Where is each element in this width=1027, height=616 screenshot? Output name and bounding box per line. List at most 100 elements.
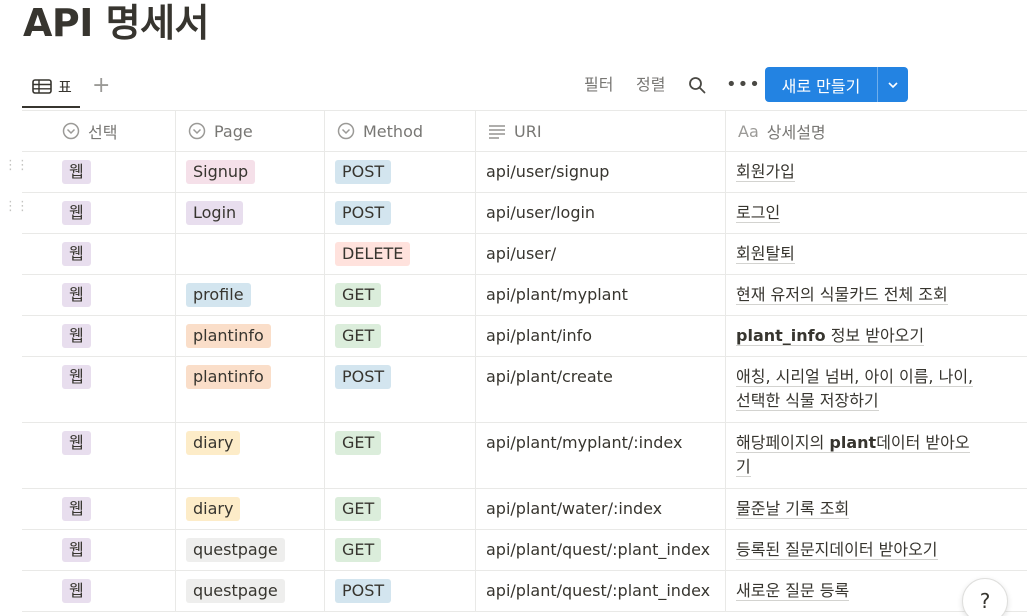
- column-header-description[interactable]: Aa 상세설명: [726, 111, 1027, 151]
- cell-method[interactable]: GET: [325, 423, 476, 488]
- cell-method[interactable]: POST: [325, 357, 476, 422]
- cell-description[interactable]: 회원탈퇴: [726, 234, 1027, 274]
- page-tag: questpage: [186, 538, 285, 562]
- cell-description[interactable]: 로그인: [726, 193, 1027, 233]
- cell-uri[interactable]: api/user/signup: [476, 152, 726, 192]
- page-tag: diary: [186, 431, 241, 455]
- cell-select[interactable]: 웹: [22, 423, 176, 488]
- cell-select[interactable]: 웹: [22, 275, 176, 315]
- description-text: 회원탈퇴: [736, 244, 795, 263]
- method-tag: GET: [335, 283, 382, 307]
- method-tag: GET: [335, 497, 382, 521]
- page-tag: plantinfo: [186, 365, 271, 389]
- cell-description[interactable]: 해당페이지의 plant데이터 받아오 기: [726, 423, 1027, 488]
- description-line: 선택한 식물 저장하기: [736, 389, 1017, 413]
- cell-method[interactable]: GET: [325, 275, 476, 315]
- cell-description[interactable]: 등록된 질문지데이터 받아오기: [726, 530, 1027, 570]
- column-header-page[interactable]: Page: [176, 111, 325, 151]
- table-row[interactable]: 웹 questpage POST api/plant/quest/:plant_ind…: [22, 571, 1027, 612]
- table-row[interactable]: 웹 plantinfo POST api/plant/create 애칭, 시리얼 넘버…: [22, 357, 1027, 423]
- cell-page[interactable]: plantinfo: [176, 357, 325, 422]
- column-header-select[interactable]: 선택: [22, 111, 176, 151]
- cell-select[interactable]: 웹: [22, 571, 176, 611]
- page-tag: plantinfo: [186, 324, 271, 348]
- select-icon: [188, 122, 206, 140]
- cell-page[interactable]: [176, 234, 325, 274]
- description-text: 새로운 질문 등록: [736, 581, 850, 600]
- search-icon[interactable]: [688, 76, 706, 94]
- cell-uri[interactable]: api/plant/myplant: [476, 275, 726, 315]
- chevron-down-icon[interactable]: [878, 67, 908, 102]
- cell-select[interactable]: 웹: [22, 357, 176, 422]
- cell-description[interactable]: 현재 유저의 식물카드 전체 조회: [726, 275, 1027, 315]
- uri-text: api/plant/water/:index: [486, 499, 663, 518]
- select-tag: 웹: [62, 201, 91, 225]
- cell-page[interactable]: diary: [176, 423, 325, 488]
- table-row[interactable]: 웹 questpage GET api/plant/quest/:plant_inde…: [22, 530, 1027, 571]
- title-icon: Aa: [738, 121, 759, 141]
- cell-page[interactable]: diary: [176, 489, 325, 529]
- cell-uri[interactable]: api/plant/create: [476, 357, 726, 422]
- cell-uri[interactable]: api/plant/quest/:plant_index: [476, 530, 726, 570]
- cell-uri[interactable]: api/plant/myplant/:index: [476, 423, 726, 488]
- cell-method[interactable]: POST: [325, 152, 476, 192]
- cell-uri[interactable]: api/user/login: [476, 193, 726, 233]
- method-tag: GET: [335, 324, 382, 348]
- cell-method[interactable]: GET: [325, 316, 476, 356]
- table-row[interactable]: 웹 profile GET api/plant/myplant 현재 유저의 식물카드 …: [22, 275, 1027, 316]
- select-tag: 웹: [62, 242, 91, 266]
- page-tag: Signup: [186, 160, 256, 184]
- cell-select[interactable]: 웹: [22, 316, 176, 356]
- cell-select[interactable]: 웹: [22, 530, 176, 570]
- more-options-icon[interactable]: •••: [726, 74, 761, 95]
- description-bold: plant: [829, 433, 877, 452]
- cell-page[interactable]: Signup: [176, 152, 325, 192]
- view-toolbar: 표 + 필터 정렬 ••• 새로 만들기: [22, 66, 1027, 108]
- cell-select[interactable]: 웹: [22, 489, 176, 529]
- help-button[interactable]: ?: [962, 578, 1008, 616]
- plus-icon[interactable]: +: [92, 74, 110, 98]
- cell-uri[interactable]: api/plant/water/:index: [476, 489, 726, 529]
- column-label: Page: [214, 121, 253, 141]
- filter-button[interactable]: 필터: [584, 75, 613, 95]
- table-row[interactable]: 웹 diary GET api/plant/water/:index 물준날 기록 조회: [22, 489, 1027, 530]
- table-row[interactable]: 웹 diary GET api/plant/myplant/:index 해당페이지의 …: [22, 423, 1027, 489]
- table-row[interactable]: 웹 DELETE api/user/회원탈퇴: [22, 234, 1027, 275]
- cell-uri[interactable]: api/plant/info: [476, 316, 726, 356]
- method-tag: GET: [335, 538, 382, 562]
- cell-page[interactable]: plantinfo: [176, 316, 325, 356]
- description-text: 현재 유저의 식물카드 전체 조회: [736, 285, 948, 304]
- cell-page[interactable]: questpage: [176, 530, 325, 570]
- cell-select[interactable]: 웹: [22, 234, 176, 274]
- select-tag: 웹: [62, 538, 91, 562]
- cell-page[interactable]: profile: [176, 275, 325, 315]
- cell-description[interactable]: 물준날 기록 조회: [726, 489, 1027, 529]
- cell-method[interactable]: GET: [325, 530, 476, 570]
- column-header-method[interactable]: Method: [325, 111, 476, 151]
- cell-method[interactable]: GET: [325, 489, 476, 529]
- cell-method[interactable]: DELETE: [325, 234, 476, 274]
- table-row[interactable]: ⋮⋮ 웹 Login POST api/user/login 로그인: [4, 193, 1027, 234]
- cell-description[interactable]: 회원가입: [726, 152, 1027, 192]
- cell-method[interactable]: POST: [325, 571, 476, 611]
- sort-button[interactable]: 정렬: [636, 75, 665, 95]
- cell-select[interactable]: 웹: [22, 193, 176, 233]
- cell-description[interactable]: plant_info 정보 받아오기: [726, 316, 1027, 356]
- select-tag: 웹: [62, 160, 91, 184]
- table-row[interactable]: 웹 plantinfo GET api/plant/info plant_info 정보…: [22, 316, 1027, 357]
- cell-uri[interactable]: api/user/: [476, 234, 726, 274]
- table-body: ⋮⋮ 웹 Signup POST api/user/signup 회원가입 ⋮⋮ 웹 Login…: [4, 152, 1027, 612]
- cell-page[interactable]: questpage: [176, 571, 325, 611]
- cell-description[interactable]: 애칭, 시리얼 넘버, 아이 이름, 나이, 선택한 식물 저장하기: [726, 357, 1027, 422]
- drag-handle-icon[interactable]: ⋮⋮: [4, 200, 29, 213]
- cell-method[interactable]: POST: [325, 193, 476, 233]
- description-text: 물준날 기록 조회: [736, 499, 850, 518]
- tab-table-view[interactable]: 표: [22, 66, 80, 108]
- column-header-uri[interactable]: URI: [476, 111, 726, 151]
- cell-page[interactable]: Login: [176, 193, 325, 233]
- cell-select[interactable]: 웹: [22, 152, 176, 192]
- table-row[interactable]: ⋮⋮ 웹 Signup POST api/user/signup 회원가입: [4, 152, 1027, 193]
- drag-handle-icon[interactable]: ⋮⋮: [4, 159, 29, 172]
- cell-uri[interactable]: api/plant/quest/:plant_index: [476, 571, 726, 611]
- new-button-main[interactable]: 새로 만들기: [765, 67, 878, 102]
